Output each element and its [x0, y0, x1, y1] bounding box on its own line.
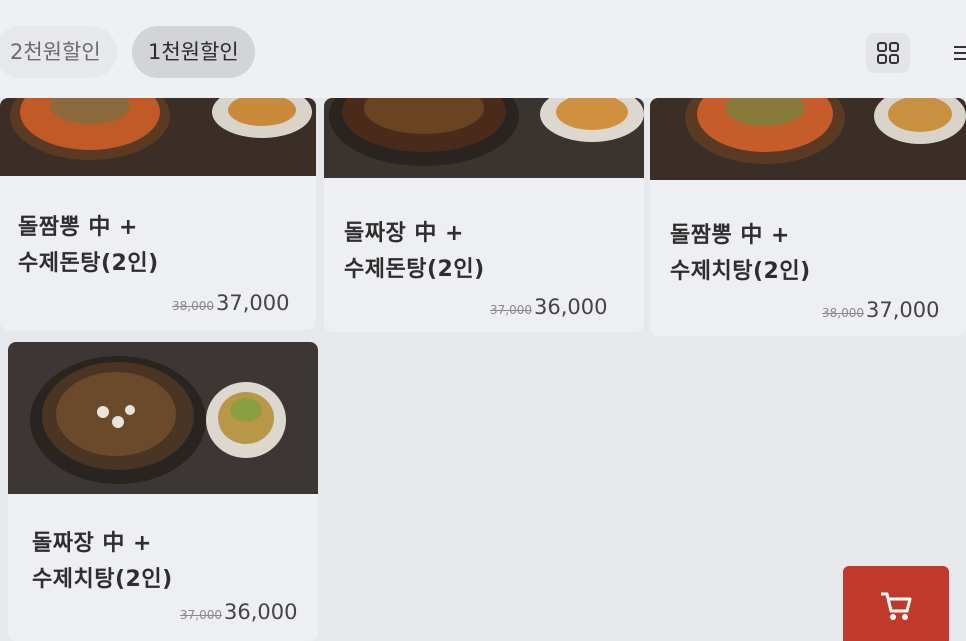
- menu-card[interactable]: 돌짜장 中 + 수제치탕(2인) 37,00036,000: [8, 342, 318, 641]
- food-photo: [324, 98, 644, 178]
- menu-name: 돌짬뽕 中 + 수제치탕(2인): [670, 223, 811, 284]
- cart-button[interactable]: [843, 566, 949, 641]
- grid-icon: [877, 42, 899, 64]
- tab-2000-discount[interactable]: 2천원할인: [0, 26, 117, 78]
- price-row: 38,00037,000: [822, 298, 939, 322]
- menu-card[interactable]: 돌짬뽕 中 + 수제치탕(2인) 38,00037,000: [650, 98, 966, 336]
- price-row: 37,00036,000: [490, 295, 607, 319]
- food-photo: [0, 98, 316, 176]
- grid-view-button[interactable]: [866, 33, 910, 73]
- original-price: 38,000: [172, 299, 214, 313]
- menu-name: 돌짜장 中 + 수제돈탕(2인): [344, 221, 485, 282]
- menu-card[interactable]: 돌짬뽕 中 + 수제돈탕(2인) 38,00037,000: [0, 98, 316, 330]
- sale-price: 36,000: [534, 295, 608, 319]
- sale-price: 36,000: [224, 600, 298, 624]
- list-icon: [954, 46, 966, 60]
- sale-price: 37,000: [866, 298, 940, 322]
- price-row: 38,00037,000: [172, 291, 289, 315]
- food-photo: [8, 342, 318, 494]
- menu-name: 돌짬뽕 中 + 수제돈탕(2인): [18, 215, 159, 276]
- food-photo: [650, 98, 966, 180]
- tab-1000-discount[interactable]: 1천원할인: [132, 26, 255, 78]
- menu-card[interactable]: 돌짜장 中 + 수제돈탕(2인) 37,00036,000: [324, 98, 644, 332]
- original-price: 37,000: [490, 303, 532, 317]
- cart-icon: [881, 592, 912, 620]
- price-row: 37,00036,000: [180, 600, 297, 624]
- top-bar: 2천원할인 1천원할인: [0, 0, 966, 98]
- original-price: 37,000: [180, 608, 222, 622]
- sale-price: 37,000: [216, 291, 290, 315]
- list-view-button[interactable]: [946, 38, 966, 68]
- menu-name: 돌짜장 中 + 수제치탕(2인): [32, 531, 173, 592]
- original-price: 38,000: [822, 306, 864, 320]
